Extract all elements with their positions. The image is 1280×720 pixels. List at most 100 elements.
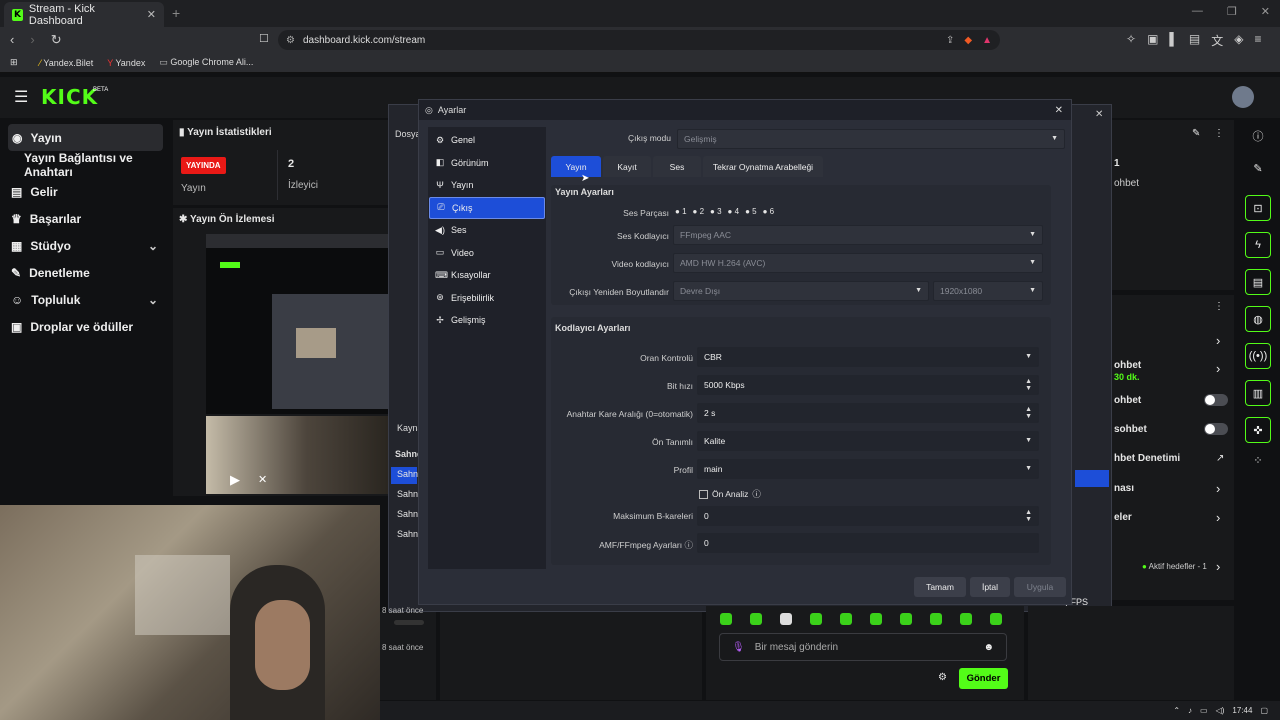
help-icon[interactable]: ⓘ <box>752 488 761 500</box>
browser-tab[interactable]: K Stream - Kick Dashboard ✕ <box>4 2 164 27</box>
wrench-tool-icon[interactable]: ✜ <box>1245 417 1271 443</box>
rescale-resolution-select[interactable]: 1920x1080 ▼ <box>933 281 1043 301</box>
emote[interactable] <box>990 613 1002 625</box>
nav-item-video[interactable]: ▭ Video <box>429 242 545 265</box>
camera-tool-icon[interactable]: ⊡ <box>1245 195 1271 221</box>
play-icon[interactable]: ▶ <box>230 472 240 488</box>
site-info-icon[interactable]: ⚙ <box>286 35 295 46</box>
nav-item-gorunum[interactable]: ◧ Görünüm <box>429 152 545 175</box>
preview-screen[interactable] <box>206 234 388 414</box>
vpn-icon[interactable]: ◈ <box>1234 32 1243 49</box>
layout-icon[interactable]: ▥ <box>1245 380 1271 406</box>
chevron-right-icon[interactable]: › <box>1216 333 1220 348</box>
menu-icon[interactable]: ≡ <box>1255 32 1262 49</box>
extensions-icon[interactable]: ✧ <box>1126 32 1136 49</box>
chevron-right-icon[interactable]: › <box>1216 481 1220 496</box>
window-close-icon[interactable]: ✕ <box>1261 5 1270 18</box>
more-icon[interactable]: ⋮ <box>1214 128 1224 139</box>
chevron-right-icon[interactable]: › <box>1216 361 1220 376</box>
wallet-icon[interactable]: ▤ <box>1189 32 1200 49</box>
profile-select[interactable]: main ▼ <box>697 459 1039 479</box>
sidebar-item-droplar[interactable]: ▣ Droplar ve ödüller <box>0 313 172 340</box>
emoji-icon[interactable]: ☻ <box>983 642 994 653</box>
volume-icon[interactable]: ◁) <box>1216 706 1225 715</box>
chat-settings-icon[interactable]: ⚙ <box>938 672 947 683</box>
help-icon[interactable]: ⓘ <box>684 540 693 550</box>
tab-search-icon[interactable]: ▣ <box>1147 32 1158 49</box>
bookmark-yandex-bilet[interactable]: ⁄ Yandex.Bilet <box>40 58 94 68</box>
rewards-icon[interactable]: ▲ <box>982 35 992 46</box>
track-radio-5[interactable]: ● 5 <box>745 207 757 216</box>
network-icon[interactable]: ▭ <box>1200 706 1208 715</box>
apps-icon[interactable]: ⁘ <box>1236 454 1280 467</box>
track-radio-3[interactable]: ● 3 <box>710 207 722 216</box>
info-icon[interactable]: ⓘ <box>1236 128 1280 144</box>
max-bframes-spinbox[interactable]: 0 ▲ ▼ <box>697 506 1039 526</box>
spinner-arrows-icon[interactable]: ▲ ▼ <box>1025 378 1032 392</box>
spinner-arrows-icon[interactable]: ▲ ▼ <box>1025 406 1032 420</box>
brave-shield-icon[interactable]: ◆ <box>964 35 972 46</box>
apply-button[interactable]: Uygula <box>1014 577 1066 597</box>
chat-icon[interactable]: ◍ <box>1245 306 1271 332</box>
close-icon[interactable]: ✕ <box>1055 105 1063 116</box>
edit-icon[interactable]: ✎ <box>1192 128 1200 139</box>
active-goals[interactable]: ● Aktif hedefler - 1 <box>1142 562 1207 571</box>
reload-icon[interactable]: ↻ <box>51 32 62 48</box>
emote[interactable] <box>810 613 822 625</box>
chat-input[interactable]: 🎙 Bir mesaj gönderin ☻ <box>719 633 1007 661</box>
tab-yayin[interactable]: Yayın <box>551 156 601 177</box>
emote[interactable] <box>870 613 882 625</box>
sidebar-item-topluluk[interactable]: ☺ Topluluk ⌄ <box>0 286 172 313</box>
output-mode-select[interactable]: Gelişmiş ▼ <box>677 129 1065 149</box>
bookmark-icon[interactable]: ☐ <box>259 32 269 45</box>
sidebar-item-gelir[interactable]: ▤ Gelir <box>0 178 172 205</box>
emote[interactable] <box>900 613 912 625</box>
emote[interactable] <box>960 613 972 625</box>
emote[interactable] <box>840 613 852 625</box>
nav-item-genel[interactable]: ⚙ Genel <box>429 129 545 152</box>
url-bar[interactable]: ⚙ dashboard.kick.com/stream ⇪ ◆ ▲ <box>278 30 1000 50</box>
external-link-icon[interactable]: ↗ <box>1216 453 1224 464</box>
sidebar-item-stream-key[interactable]: Yayın Bağlantısı ve Anahtarı <box>0 151 172 179</box>
nav-item-yayin[interactable]: Ψ Yayın <box>429 174 545 197</box>
sidebar-toggle-icon[interactable]: ▌ <box>1169 32 1178 49</box>
lightning-icon[interactable]: ϟ <box>1245 232 1271 258</box>
pencil-icon[interactable]: ✎ <box>1236 162 1280 175</box>
rescale-select[interactable]: Devre Dışı ▼ <box>673 281 929 301</box>
translate-icon[interactable]: 文 <box>1211 32 1223 49</box>
nav-item-kisayollar[interactable]: ⌨ Kısayollar <box>429 264 545 287</box>
track-radio-6[interactable]: ● 6 <box>763 207 775 216</box>
close-tab-icon[interactable]: ✕ <box>147 8 156 21</box>
send-button[interactable]: Gönder <box>959 668 1008 689</box>
restore-icon[interactable]: ❐ <box>1227 5 1237 18</box>
bitrate-spinbox[interactable]: 5000 Kbps ▲ ▼ <box>697 375 1039 395</box>
tab-kayit[interactable]: Kayıt <box>603 156 651 177</box>
sidebar-item-denetleme[interactable]: ✎ Denetleme <box>0 259 172 286</box>
hamburger-menu-icon[interactable]: ☰ <box>14 87 28 107</box>
obs-file-menu[interactable]: Dosya <box>395 129 421 139</box>
tab-ses[interactable]: Ses <box>653 156 701 177</box>
cancel-button[interactable]: İptal <box>970 577 1010 597</box>
audio-encoder-select[interactable]: FFmpeg AAC ▼ <box>673 225 1043 245</box>
video-encoder-select[interactable]: AMD HW H.264 (AVC) ▼ <box>673 253 1043 273</box>
back-icon[interactable]: ‹ <box>10 32 14 48</box>
preset-select[interactable]: Kalite ▼ <box>697 431 1039 451</box>
obs-close-icon[interactable]: ✕ <box>1095 109 1103 120</box>
clipboard-icon[interactable]: ▤ <box>1245 269 1271 295</box>
chevron-right-icon[interactable]: › <box>1216 559 1220 574</box>
emote[interactable] <box>750 613 762 625</box>
amf-options-input[interactable]: 0 <box>697 533 1039 553</box>
sidebar-item-basarilar[interactable]: ♛ Başarılar <box>0 205 172 232</box>
preview-video[interactable]: ▶ ✕ <box>206 416 388 494</box>
share-icon[interactable]: ⇪ <box>946 35 954 46</box>
tray-up-icon[interactable]: ⌃ <box>1173 706 1180 715</box>
obs-dropdown[interactable] <box>1075 470 1109 487</box>
track-radio-4[interactable]: ● 4 <box>728 207 740 216</box>
rate-control-select[interactable]: CBR ▼ <box>697 347 1039 367</box>
nav-item-cikis[interactable]: ⎚ Çıkış <box>429 196 545 219</box>
microphone-icon[interactable]: 🎙 <box>732 642 745 653</box>
broadcast-tool-icon[interactable]: ((•)) <box>1245 343 1271 369</box>
sidebar-item-yayin[interactable]: ◉ Yayın <box>8 124 163 151</box>
user-avatar[interactable] <box>1232 86 1254 108</box>
tab-replay-buffer[interactable]: Tekrar Oynatma Arabelleği <box>703 156 823 177</box>
